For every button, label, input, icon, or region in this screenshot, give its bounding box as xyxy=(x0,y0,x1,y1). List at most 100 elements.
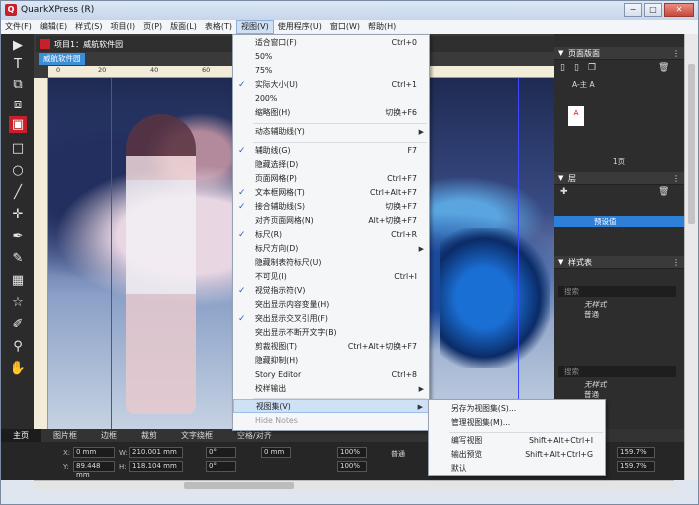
y-field[interactable]: 89.448 mm xyxy=(73,461,115,479)
menu-item-highlight-no-break[interactable]: 突出显示不断开文字(B) xyxy=(233,326,429,340)
new-master-icon[interactable]: ▯ xyxy=(574,63,579,73)
menu-item-view-sets[interactable]: 视图集(V) ▶ xyxy=(233,399,429,413)
scale-x-field[interactable]: 159.7% xyxy=(617,447,655,458)
table-tool-icon[interactable]: ▦ xyxy=(9,272,27,289)
duplicate-page-icon[interactable]: ❐ xyxy=(588,63,596,73)
new-page-icon[interactable]: ▯ xyxy=(560,63,565,73)
pan-move-tool-icon[interactable]: ✛ xyxy=(9,206,27,223)
margin-guide[interactable] xyxy=(518,78,519,429)
zoom-tool-icon[interactable]: ⚲ xyxy=(9,338,27,355)
menu-item-invisibles[interactable]: 不可见(I) Ctrl+I xyxy=(233,270,429,284)
maximize-button[interactable]: □ xyxy=(644,3,662,17)
corner-radius-field[interactable]: 0 mm xyxy=(261,447,291,458)
menu-item-50[interactable]: 50% xyxy=(233,50,429,64)
minimize-button[interactable]: − xyxy=(624,3,642,17)
menu-item-ruler-direction[interactable]: 标尺方向(D) ▶ xyxy=(233,242,429,256)
menu-table[interactable]: 表格(T) xyxy=(201,20,236,34)
menu-item-highlight-content-variables[interactable]: 突出显示内容变量(H) xyxy=(233,298,429,312)
menu-item-hide-tab-ruler[interactable]: 隐藏制表符标尺(U) xyxy=(233,256,429,270)
menu-item-text-box-grids[interactable]: ✓ 文本框网格(T) Ctrl+Alt+F7 xyxy=(233,186,429,200)
hand-tool-icon[interactable]: ✋ xyxy=(9,360,27,377)
menu-item-snap-to-page-grids[interactable]: 对齐页面网格(N) Alt+切换+F7 xyxy=(233,214,429,228)
skew-field[interactable]: 0° xyxy=(206,461,236,472)
menu-utilities[interactable]: 使用程序(U) xyxy=(274,20,326,34)
menu-style[interactable]: 样式(S) xyxy=(71,20,106,34)
menu-item-fit-window[interactable]: 适合窗口(F) Ctrl+0 xyxy=(233,36,429,50)
freehand-tool-icon[interactable]: ✎ xyxy=(9,250,27,267)
unlinking-tool-icon[interactable]: ⧈ xyxy=(9,96,27,113)
eyedropper-tool-icon[interactable]: ✐ xyxy=(9,316,27,333)
blend-mode[interactable]: 普通 xyxy=(391,449,405,459)
close-button[interactable]: ✕ xyxy=(664,3,694,17)
rotation-field[interactable]: 0° xyxy=(206,447,236,458)
rectangle-box-tool-icon[interactable]: □ xyxy=(9,140,27,157)
scroll-thumb[interactable] xyxy=(184,482,294,489)
style-sheets-panel-header[interactable]: ▼ 样式表 ⋮ xyxy=(554,256,684,269)
vertical-scrollbar[interactable] xyxy=(684,34,698,480)
menu-item-proof-output[interactable]: 校样输出 ▶ xyxy=(233,382,429,396)
delete-layer-icon[interactable]: 🗑 xyxy=(658,187,669,197)
menu-item-hide-selection[interactable]: 隐藏选择(D) xyxy=(233,158,429,172)
menu-item-actual-size[interactable]: ✓ 实际大小(U) Ctrl+1 xyxy=(233,78,429,92)
menu-item-200[interactable]: 200% xyxy=(233,92,429,106)
menu-item-visual-indicators[interactable]: ✓ 视觉指示符(V) xyxy=(233,284,429,298)
menu-view[interactable]: 视图(V) xyxy=(236,20,274,34)
menu-item-output-preview[interactable]: 输出预览 Shift+Alt+Ctrl+G xyxy=(429,448,605,462)
margin-guide[interactable] xyxy=(111,78,112,429)
line-tool-icon[interactable]: ╱ xyxy=(9,184,27,201)
layers-panel-header[interactable]: ▼ 层 ⋮ xyxy=(554,172,684,185)
menu-item-thumbnails[interactable]: 缩略图(H) 切换+F6 xyxy=(233,106,429,120)
text-content-tool-icon[interactable]: T xyxy=(9,56,27,73)
menu-help[interactable]: 帮助(H) xyxy=(364,20,400,34)
menu-item-dynamic-guides[interactable]: 动态辅助线(Y) ▶ xyxy=(233,125,429,139)
linking-tool-icon[interactable]: ⧉ xyxy=(9,76,27,93)
menu-item-hide-suppressed[interactable]: 隐藏抑制(H) xyxy=(233,354,429,368)
delete-page-icon[interactable]: 🗑 xyxy=(658,63,669,73)
tab-picture-box[interactable]: 图片框 xyxy=(41,429,89,442)
menu-item-page-grids[interactable]: 页面网格(P) Ctrl+F7 xyxy=(233,172,429,186)
panel-menu-icon[interactable]: ⋮ xyxy=(672,47,680,60)
page-layout-panel-header[interactable]: ▼ 页面版面 ⋮ xyxy=(554,47,684,60)
new-layer-icon[interactable]: ✚ xyxy=(560,187,568,197)
page-thumbnail[interactable]: A xyxy=(568,106,584,126)
tab-clipping[interactable]: 裁剪 xyxy=(129,429,169,442)
scale-y-field[interactable]: 159.7% xyxy=(617,461,655,472)
height-field[interactable]: 118.104 mm xyxy=(129,461,183,472)
menu-item-default[interactable]: 默认 xyxy=(429,462,605,476)
x-field[interactable]: 0 mm xyxy=(73,447,115,458)
picture-content-tool-icon[interactable]: ▣ xyxy=(9,116,27,133)
scroll-thumb[interactable] xyxy=(688,64,695,224)
vertical-ruler[interactable] xyxy=(34,78,48,429)
menu-layout[interactable]: 版面(L) xyxy=(166,20,201,34)
collapse-arrow-icon[interactable]: ▼ xyxy=(558,47,563,60)
oval-box-tool-icon[interactable]: ○ xyxy=(9,162,27,179)
char-style-search-input[interactable]: 搜索 xyxy=(558,366,676,377)
menu-window[interactable]: 窗口(W) xyxy=(326,20,364,34)
master-page-item[interactable]: A-主 A xyxy=(554,79,684,90)
layer-row[interactable]: 预设值 xyxy=(554,216,684,227)
menu-item-authoring-view[interactable]: 编写视图 Shift+Alt+Ctrl+I xyxy=(429,434,605,448)
tab-runaround[interactable]: 文字绕框 xyxy=(169,429,225,442)
pen-tool-icon[interactable]: ✒ xyxy=(9,228,27,245)
opacity-field[interactable]: 100% xyxy=(337,447,367,458)
item-tool-icon[interactable]: ▶ xyxy=(9,37,27,54)
menu-item-rulers[interactable]: ✓ 标尺(R) Ctrl+R xyxy=(233,228,429,242)
menu-item-story-editor[interactable]: Story Editor Ctrl+8 xyxy=(233,368,429,382)
style-item[interactable]: 普通 xyxy=(554,309,684,320)
panel-menu-icon[interactable]: ⋮ xyxy=(672,256,680,269)
starburst-tool-icon[interactable]: ☆ xyxy=(9,294,27,311)
menu-item-highlight-cross-references[interactable]: ✓ 突出显示交叉引用(F) xyxy=(233,312,429,326)
menu-item-snap-to-guides[interactable]: ✓ 接合辅助线(S) 切换+F7 xyxy=(233,200,429,214)
tab-home[interactable]: 主页 xyxy=(1,429,41,442)
style-search-input[interactable]: 搜索 xyxy=(558,286,676,297)
menu-item-75[interactable]: 75% xyxy=(233,64,429,78)
menu-edit[interactable]: 编辑(E) xyxy=(36,20,71,34)
panel-menu-icon[interactable]: ⋮ xyxy=(672,172,680,185)
menu-page[interactable]: 页(P) xyxy=(139,20,166,34)
collapse-arrow-icon[interactable]: ▼ xyxy=(558,172,563,185)
menu-item-guides[interactable]: ✓ 辅助线(G) F7 xyxy=(233,144,429,158)
width-field[interactable]: 210.001 mm xyxy=(129,447,183,458)
opacity-field-2[interactable]: 100% xyxy=(337,461,367,472)
menu-file[interactable]: 文件(F) xyxy=(1,20,36,34)
collapse-arrow-icon[interactable]: ▼ xyxy=(558,256,563,269)
